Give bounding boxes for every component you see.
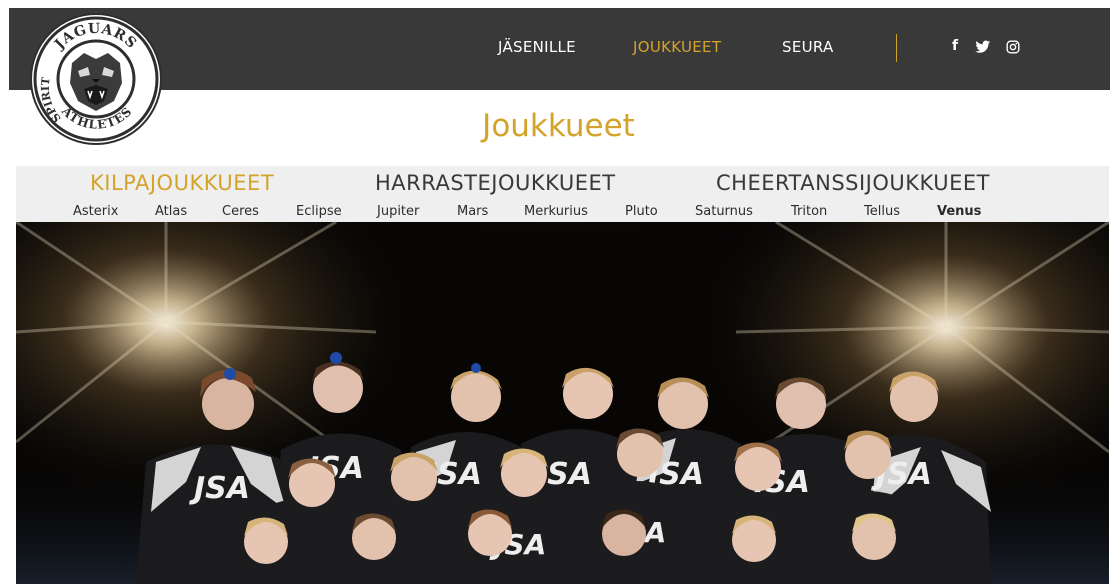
team-link-jupiter[interactable]: Jupiter bbox=[377, 204, 419, 219]
twitter-icon[interactable] bbox=[974, 38, 992, 58]
jersey-text: JSA bbox=[189, 471, 250, 506]
team-link-tellus[interactable]: Tellus bbox=[864, 204, 900, 219]
nav-link-seura[interactable]: SEURA bbox=[782, 38, 834, 58]
instagram-icon[interactable] bbox=[1004, 38, 1022, 58]
team-link-pluto[interactable]: Pluto bbox=[625, 204, 658, 219]
team-link-venus[interactable]: Venus bbox=[937, 204, 981, 219]
nav-link-joukkueet[interactable]: JOUKKUEET bbox=[633, 38, 721, 58]
site-logo[interactable]: JAGUARS SPIRIT ATHLETES bbox=[30, 13, 162, 145]
team-link-merkurius[interactable]: Merkurius bbox=[524, 204, 588, 219]
tab-kilpajoukkueet[interactable]: KILPAJOUKKUEET bbox=[90, 171, 274, 195]
team-link-eclipse[interactable]: Eclipse bbox=[296, 204, 342, 219]
team-link-ceres[interactable]: Ceres bbox=[222, 204, 259, 219]
team-link-mars[interactable]: Mars bbox=[457, 204, 488, 219]
team-photo: JSA JSA JSA JSA JSA JSA JSA JSA bbox=[16, 222, 1109, 584]
nav-link-jasenille[interactable]: JÄSENILLE bbox=[498, 38, 576, 58]
team-link-triton[interactable]: Triton bbox=[791, 204, 827, 219]
facebook-icon[interactable]: f bbox=[946, 38, 964, 58]
jaguar-head-icon: JAGUARS SPIRIT ATHLETES bbox=[33, 16, 159, 142]
page-title: Joukkueet bbox=[482, 108, 635, 144]
tab-harrastejoukkueet[interactable]: HARRASTEJOUKKUEET bbox=[375, 171, 616, 195]
team-link-asterix[interactable]: Asterix bbox=[73, 204, 118, 219]
nav-divider bbox=[896, 34, 897, 62]
tab-cheertanssijoukkueet[interactable]: CHEERTANSSIJOUKKUEET bbox=[716, 171, 990, 195]
team-link-saturnus[interactable]: Saturnus bbox=[695, 204, 753, 219]
team-link-atlas[interactable]: Atlas bbox=[155, 204, 187, 219]
